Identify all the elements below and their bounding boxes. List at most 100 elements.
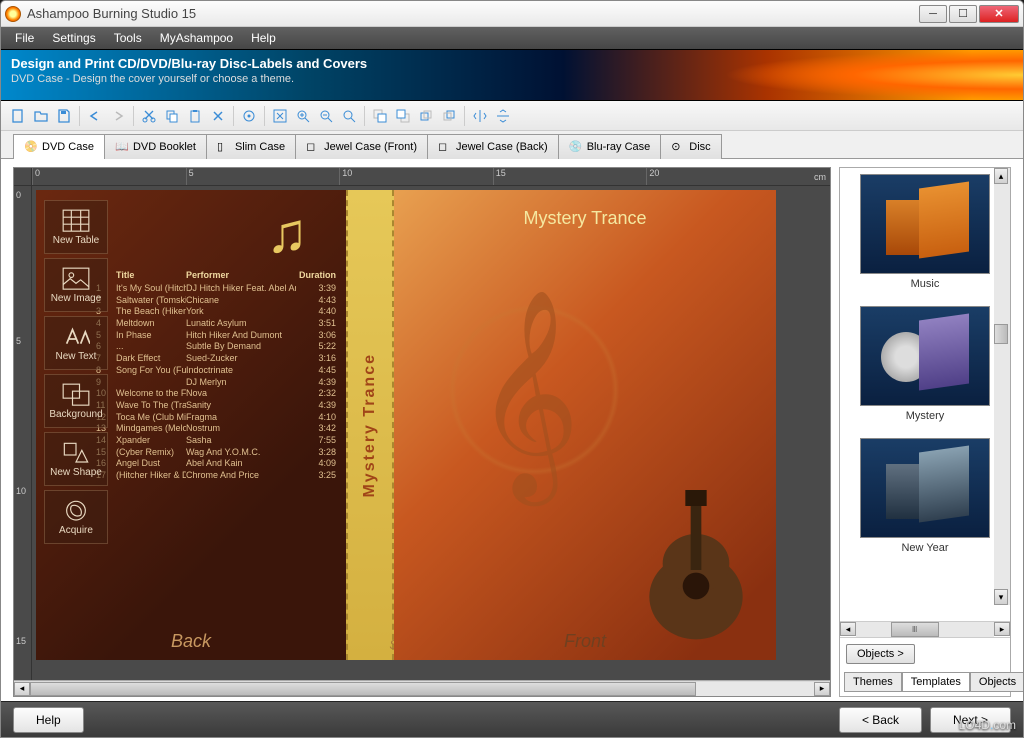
save-icon[interactable] — [53, 105, 75, 127]
background-icon — [62, 383, 90, 407]
flip-v-icon[interactable] — [492, 105, 514, 127]
toolbar — [1, 101, 1023, 131]
cut-icon[interactable] — [138, 105, 160, 127]
paste-icon[interactable] — [184, 105, 206, 127]
redo-icon[interactable] — [107, 105, 129, 127]
editor-horizontal-scrollbar[interactable]: ◂ ▸ — [14, 680, 830, 696]
zoom-out-icon[interactable] — [315, 105, 337, 127]
template-thumb — [860, 306, 990, 406]
menu-file[interactable]: File — [7, 29, 42, 47]
tab-templates[interactable]: Templates — [902, 672, 970, 692]
track-row: 9DJ Merlyn4:39 — [96, 377, 336, 389]
track-row: 12Toca Me (Club Mix)Fragma4:10 — [96, 412, 336, 424]
background-button[interactable]: Background — [44, 374, 108, 428]
menubar: File Settings Tools MyAshampoo Help — [1, 27, 1023, 49]
new-text-button[interactable]: New Text — [44, 316, 108, 370]
bring-front-icon[interactable] — [369, 105, 391, 127]
banner-title: Design and Print CD/DVD/Blu-ray Disc-Lab… — [11, 56, 1013, 71]
zoom-in-icon[interactable] — [292, 105, 314, 127]
tab-objects[interactable]: Objects — [970, 672, 1023, 692]
editor-canvas-area: 0 5 10 15 20 cm 0 5 10 15 — [13, 167, 831, 697]
close-button[interactable] — [979, 5, 1019, 23]
disc-icon: ⊙ — [671, 140, 685, 154]
banner: Design and Print CD/DVD/Blu-ray Disc-Lab… — [1, 49, 1023, 101]
track-row: 1It's My Soul (Hitch Hiker vs. Abel & Ka… — [96, 283, 336, 295]
sidepanel-vertical-scrollbar[interactable]: ▴ ▾ — [994, 168, 1010, 605]
track-row: 2Saltwater (Tomski vs. Disco Citizen Rem… — [96, 295, 336, 307]
front-title: Mystery Trance — [394, 208, 776, 229]
copy-icon[interactable] — [161, 105, 183, 127]
track-row: 10Welcome to the Future (Extended)Nova2:… — [96, 388, 336, 400]
dvd-cover-canvas[interactable]: New Table New Image New Text Background … — [36, 190, 776, 660]
tab-themes[interactable]: Themes — [844, 672, 902, 692]
front-panel-label: Front — [394, 631, 776, 652]
footer-bar: Help < Back Next > — [1, 701, 1023, 737]
banner-subtitle: DVD Case - Design the cover yourself or … — [11, 73, 1013, 85]
tab-bluray[interactable]: 💿Blu-ray Case — [558, 134, 662, 159]
preview-icon[interactable] — [238, 105, 260, 127]
new-table-button[interactable]: New Table — [44, 200, 108, 254]
menu-settings[interactable]: Settings — [44, 29, 103, 47]
scroll-left-button[interactable]: ◂ — [14, 682, 30, 696]
track-row: 7Dark EffectSued-Zucker3:16 — [96, 353, 336, 365]
tab-jewel-front[interactable]: ◻Jewel Case (Front) — [295, 134, 428, 159]
zoom-100-icon[interactable] — [338, 105, 360, 127]
menu-myashampoo[interactable]: MyAshampoo — [152, 29, 241, 47]
flip-h-icon[interactable] — [469, 105, 491, 127]
window-title: Ashampoo Burning Studio 15 — [27, 6, 919, 21]
new-shape-button[interactable]: New Shape — [44, 432, 108, 486]
image-icon — [62, 267, 90, 291]
zoom-fit-icon[interactable] — [269, 105, 291, 127]
front-cover-panel[interactable]: Mystery Trance 𝄞 Front — [394, 190, 776, 660]
template-music[interactable]: Music — [846, 174, 1004, 290]
table-icon — [62, 209, 90, 233]
template-thumb — [860, 438, 990, 538]
ruler-vertical: 0 5 10 15 — [14, 186, 32, 680]
help-button[interactable]: Help — [13, 707, 84, 733]
treble-clef-icon: 𝄞 — [474, 290, 580, 499]
send-back-icon[interactable] — [392, 105, 414, 127]
tracklist[interactable]: Title Performer Duration 1It's My Soul (… — [96, 270, 336, 482]
templates-list[interactable]: Music Mystery New Year ▴ ▾ — [840, 168, 1010, 621]
track-row: 13Mindgames (Melow-D Remix)Nostrum3:42 — [96, 423, 336, 435]
guitar-icon — [626, 490, 766, 650]
minimize-button[interactable] — [919, 5, 947, 23]
tab-jewel-back[interactable]: ◻Jewel Case (Back) — [427, 134, 559, 159]
back-button[interactable]: < Back — [839, 707, 922, 733]
tab-dvd-case[interactable]: 📀DVD Case — [13, 134, 105, 159]
booklet-icon: 📖 — [115, 140, 129, 154]
delete-icon[interactable] — [207, 105, 229, 127]
menu-help[interactable]: Help — [243, 29, 284, 47]
slim-case-icon: ▯ — [217, 140, 231, 154]
tab-disc[interactable]: ⊙Disc — [660, 134, 721, 159]
spine-panel[interactable]: Mystery Trance Spine — [346, 190, 394, 660]
scroll-right-button[interactable]: ▸ — [814, 682, 830, 696]
new-image-button[interactable]: New Image — [44, 258, 108, 312]
scroll-thumb[interactable] — [994, 324, 1008, 344]
maximize-button[interactable] — [949, 5, 977, 23]
track-row: 3The Beach (Hiker & Dumont RMX)York4:40 — [96, 306, 336, 318]
template-thumb — [860, 174, 990, 274]
forward-icon[interactable] — [415, 105, 437, 127]
new-icon[interactable] — [7, 105, 29, 127]
acquire-button[interactable]: Acquire — [44, 490, 108, 544]
track-row: 16Angel DustAbel And Kain4:09 — [96, 458, 336, 470]
undo-icon[interactable] — [84, 105, 106, 127]
cover-type-tabs: 📀DVD Case 📖DVD Booklet ▯Slim Case ◻Jewel… — [1, 133, 1023, 159]
tab-slim-case[interactable]: ▯Slim Case — [206, 134, 296, 159]
backward-icon[interactable] — [438, 105, 460, 127]
sidepanel-horizontal-scrollbar[interactable]: ◂ Ⅲ ▸ — [840, 621, 1010, 637]
canvas-viewport[interactable]: New Table New Image New Text Background … — [32, 186, 830, 680]
menu-tools[interactable]: Tools — [106, 29, 150, 47]
track-row: 15(Cyber Remix)Wag And Y.O.M.C.3:28 — [96, 447, 336, 459]
track-row: 17(Hitcher Hiker & Dumont Remix)Chrome A… — [96, 470, 336, 482]
open-icon[interactable] — [30, 105, 52, 127]
scroll-thumb[interactable] — [30, 682, 696, 696]
tab-dvd-booklet[interactable]: 📖DVD Booklet — [104, 134, 207, 159]
jewel-front-icon: ◻ — [306, 140, 320, 154]
template-mystery[interactable]: Mystery — [846, 306, 1004, 422]
template-newyear[interactable]: New Year — [846, 438, 1004, 554]
objects-button[interactable]: Objects > — [846, 644, 915, 664]
jewel-back-icon: ◻ — [438, 140, 452, 154]
acquire-icon — [62, 499, 90, 523]
